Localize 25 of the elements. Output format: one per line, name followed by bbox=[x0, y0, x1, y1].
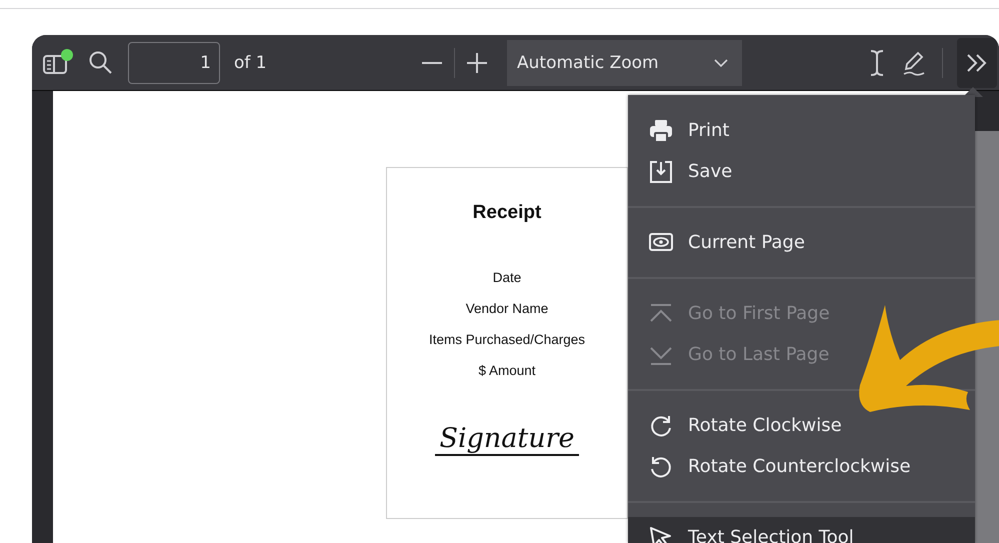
zoom-in-icon[interactable] bbox=[465, 50, 489, 74]
pointer-icon bbox=[648, 524, 674, 543]
tools-button[interactable] bbox=[957, 38, 997, 88]
receipt-field: Date bbox=[492, 270, 522, 285]
page-count: of 1 bbox=[234, 52, 267, 72]
zoom-select[interactable]: Automatic Zoom bbox=[507, 40, 742, 86]
chevron-down-icon bbox=[714, 58, 728, 66]
menu-item[interactable]: Save bbox=[628, 151, 740, 192]
receipt-field: Vendor Name bbox=[466, 301, 548, 316]
page-number-field[interactable]: 1 bbox=[128, 42, 220, 84]
receipt-title: Receipt bbox=[472, 202, 542, 224]
download-icon bbox=[648, 158, 674, 184]
signature: Signature bbox=[435, 424, 579, 456]
menu-item[interactable]: Text Selection Tool bbox=[628, 517, 975, 543]
menu-item[interactable]: Rotate Clockwise bbox=[628, 405, 850, 446]
menu-item[interactable]: Current Page bbox=[628, 222, 813, 263]
eye-icon bbox=[648, 232, 674, 254]
text-cursor-icon[interactable] bbox=[868, 48, 886, 76]
search-icon[interactable] bbox=[88, 50, 114, 76]
menu-item[interactable]: Print bbox=[628, 110, 738, 151]
receipt-field: Items Purchased/Charges bbox=[428, 332, 586, 347]
printer-icon bbox=[648, 118, 674, 144]
receipt-field: $ Amount bbox=[478, 363, 536, 378]
menu-item[interactable]: Rotate Counterclockwise bbox=[628, 446, 919, 487]
double-chevron-icon bbox=[965, 52, 989, 74]
